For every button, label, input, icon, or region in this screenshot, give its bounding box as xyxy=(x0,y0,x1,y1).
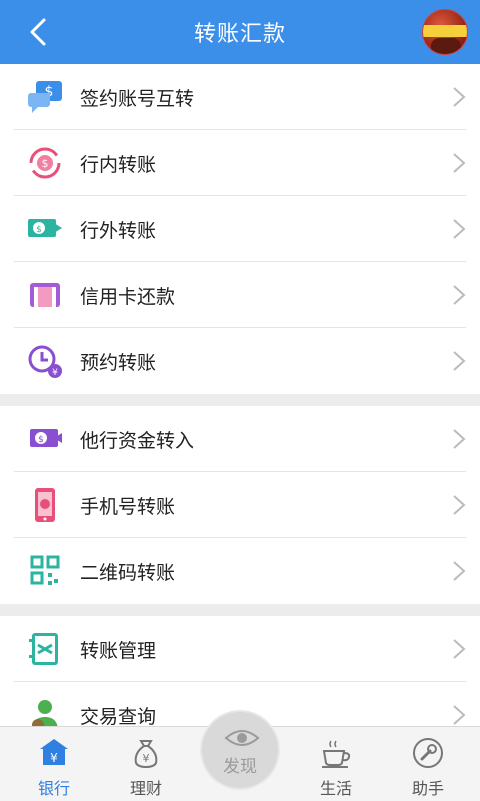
page-title: 转账汇款 xyxy=(193,22,286,47)
tab-discover[interactable]: 发现 xyxy=(200,710,280,790)
menu-group-2: $ 他行资金转入 手机号转账 二维码转账 xyxy=(0,406,480,604)
back-arrow-icon[interactable] xyxy=(22,14,58,50)
tab-label: 发现 xyxy=(223,757,257,777)
qr-code-transfer-icon xyxy=(30,555,60,585)
item-label: 二维码转账 xyxy=(80,561,176,584)
chevron-right-icon xyxy=(453,153,466,173)
coffee-cup-icon xyxy=(322,740,351,768)
transaction-query-icon xyxy=(32,700,58,726)
item-label: 信用卡还款 xyxy=(80,285,176,308)
chevron-right-icon xyxy=(453,285,466,305)
signed-account-transfer-icon: $ xyxy=(28,81,62,113)
chevron-right-icon xyxy=(453,87,466,107)
wrench-icon xyxy=(413,738,443,768)
inter-bank-transfer-icon: $ xyxy=(28,219,62,237)
tab-label: 助手 xyxy=(411,779,444,798)
svg-text:¥: ¥ xyxy=(50,751,58,765)
tab-label: 理财 xyxy=(129,779,162,798)
svg-text:¥: ¥ xyxy=(52,368,58,378)
tab-assistant[interactable]: 助手 xyxy=(380,727,476,801)
item-label: 预约转账 xyxy=(80,351,157,374)
list-item-transfer-management[interactable]: 转账管理 xyxy=(0,616,480,682)
list-item-qr-code-transfer[interactable]: 二维码转账 xyxy=(0,538,480,604)
item-label: 转账管理 xyxy=(80,639,157,662)
chevron-right-icon xyxy=(453,429,466,449)
bank-icon: ¥ xyxy=(40,739,68,765)
list-item-signed-account-transfer[interactable]: $ 签约账号互转 xyxy=(0,64,480,130)
chevron-right-icon xyxy=(453,561,466,581)
transfer-management-icon xyxy=(29,633,58,665)
scheduled-transfer-icon: ¥ xyxy=(28,345,62,378)
chevron-right-icon xyxy=(453,495,466,515)
tab-bank[interactable]: ¥ 银行 xyxy=(6,727,102,801)
other-bank-funds-in-icon: $ xyxy=(30,429,62,447)
transfer-menu-list[interactable]: $ 签约账号互转 $ 行内转账 $ 行外转账 信用卡还款 ¥ 预约转账 $ 他行… xyxy=(0,64,480,726)
tab-label: 银行 xyxy=(37,779,70,798)
svg-text:¥: ¥ xyxy=(143,752,150,765)
item-label: 行外转账 xyxy=(80,219,157,242)
intra-bank-transfer-icon: $ xyxy=(29,147,61,179)
avatar[interactable] xyxy=(422,9,468,55)
svg-text:$: $ xyxy=(36,225,42,235)
list-item-phone-number-transfer[interactable]: 手机号转账 xyxy=(0,472,480,538)
eye-icon xyxy=(224,730,260,746)
menu-group-1: $ 签约账号互转 $ 行内转账 $ 行外转账 信用卡还款 ¥ 预约转账 xyxy=(0,64,480,394)
chevron-right-icon xyxy=(453,639,466,659)
tab-wealth[interactable]: ¥ 理财 xyxy=(98,727,194,801)
list-item-credit-card-repayment[interactable]: 信用卡还款 xyxy=(0,262,480,328)
item-label: 他行资金转入 xyxy=(80,429,195,452)
header-bar: 转账汇款 xyxy=(0,0,480,64)
list-item-scheduled-transfer[interactable]: ¥ 预约转账 xyxy=(0,328,480,394)
svg-text:$: $ xyxy=(38,435,44,445)
item-label: 行内转账 xyxy=(80,153,157,176)
item-label: 交易查询 xyxy=(80,705,157,727)
item-label: 签约账号互转 xyxy=(80,87,195,110)
money-bag-icon: ¥ xyxy=(134,740,158,769)
chevron-right-icon xyxy=(453,705,466,725)
list-item-other-bank-funds-in[interactable]: $ 他行资金转入 xyxy=(0,406,480,472)
chevron-right-icon xyxy=(453,219,466,239)
phone-number-transfer-icon xyxy=(35,488,55,522)
list-item-inter-bank-transfer[interactable]: $ 行外转账 xyxy=(0,196,480,262)
credit-card-repayment-icon xyxy=(30,283,60,307)
list-item-intra-bank-transfer[interactable]: $ 行内转账 xyxy=(0,130,480,196)
item-label: 手机号转账 xyxy=(80,495,176,518)
chevron-right-icon xyxy=(453,351,466,371)
tab-label: 生活 xyxy=(319,779,352,798)
tab-life[interactable]: 生活 xyxy=(288,727,384,801)
svg-text:$: $ xyxy=(42,157,49,170)
